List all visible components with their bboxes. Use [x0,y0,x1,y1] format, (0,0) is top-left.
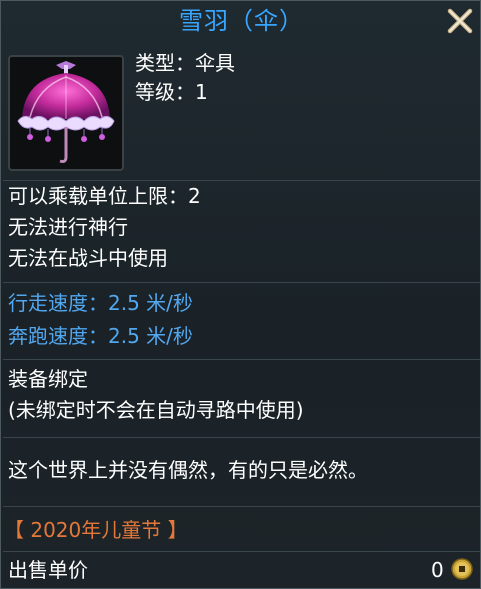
divider [3,359,480,360]
divider [3,551,480,552]
walk-speed-text: 行走速度：2.5 米/秒 [8,291,193,315]
item-type: 类型：伞具 [135,51,235,75]
item-description: 这个世界上并没有偶然，有的只是必然。 [8,458,368,482]
item-title: 雪羽（伞） [179,7,304,35]
run-speed-text: 奔跑速度：2.5 米/秒 [8,324,193,348]
sale-price-label: 出售单价 [8,558,88,582]
event-tag: 【 2020年儿童节 】 [4,518,188,542]
divine-travel-text: 无法进行神行 [8,215,128,239]
umbrella-icon [17,61,115,163]
coin-icon [451,558,473,580]
close-button[interactable] [445,6,475,36]
item-icon-frame [8,55,124,171]
capacity-text: 可以乘载单位上限：2 [8,184,201,208]
divider [3,437,480,438]
divider [3,506,480,507]
binding-label: 装备绑定 [8,367,88,391]
divider [3,180,480,181]
item-level: 等级：1 [135,80,208,104]
battle-use-text: 无法在战斗中使用 [8,246,168,270]
item-tooltip-panel: 雪羽（伞） 类型：伞具 等级：1 可以乘载单位上限：2 无法进行神行 无法在战斗… [0,0,481,589]
binding-note: (未绑定时不会在自动寻路中使用) [8,398,304,422]
close-x-icon [447,8,473,34]
divider [3,282,480,283]
sale-price-value: 0 [431,558,444,582]
